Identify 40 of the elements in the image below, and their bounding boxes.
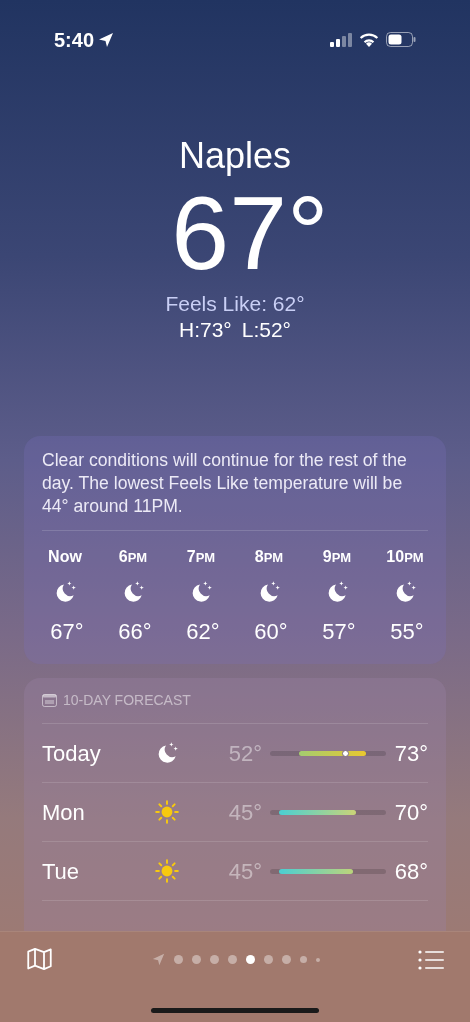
day-label: Today: [42, 739, 102, 768]
current-temperature: 67°: [170, 178, 329, 288]
temperature-range-fill: [301, 750, 364, 756]
day-label: Tue: [42, 857, 81, 886]
hour-temperature: 55°: [389, 618, 424, 646]
location-arrow-icon[interactable]: [151, 953, 165, 966]
hour-label: Now: [48, 547, 82, 567]
hour-temperature: 62°: [185, 618, 220, 646]
low-temperature: 45°: [227, 798, 263, 827]
hour-label: 7PM: [186, 547, 216, 567]
high-temperature: 70°: [394, 798, 428, 827]
signal-icon: [330, 32, 352, 47]
low-temperature: L:52°: [241, 317, 291, 343]
hour-label: 6PM: [118, 547, 148, 567]
low-temperature: 45°: [227, 857, 263, 886]
city-name: Naples: [178, 134, 292, 178]
hour-temperature: 67°: [49, 618, 84, 646]
high-temperature: H:73°: [178, 317, 232, 343]
sun-icon: [154, 799, 180, 825]
sun-icon: [154, 858, 180, 884]
low-temperature: 52°: [227, 739, 263, 768]
day-label: Mon: [42, 798, 86, 827]
hour-label: 8PM: [254, 547, 284, 567]
list-icon[interactable]: [418, 948, 444, 971]
forecast-summary: Clear conditions will continue for the rest of the day. The lowest Feels Like temperature will be 44° around 11PM.: [42, 449, 428, 531]
section-title: 10-DAY FORECAST: [63, 691, 191, 710]
hour-label: 10PM: [386, 547, 424, 567]
feels-like-text: Feels Like: 62°: [165, 291, 305, 317]
high-temperature: 68°: [394, 857, 428, 886]
map-icon[interactable]: [26, 946, 53, 973]
battery-icon: [386, 32, 416, 47]
hour-temperature: 57°: [321, 618, 356, 646]
temperature-range-fill: [281, 868, 351, 874]
high-temperature: 73°: [394, 739, 428, 768]
hour-label: 9PM: [322, 547, 352, 567]
status-time: 5:40: [54, 27, 95, 53]
calendar-icon: [42, 694, 57, 707]
hour-temperature: 60°: [253, 618, 288, 646]
hour-temperature: 66°: [117, 618, 152, 646]
wifi-icon: [359, 32, 379, 47]
